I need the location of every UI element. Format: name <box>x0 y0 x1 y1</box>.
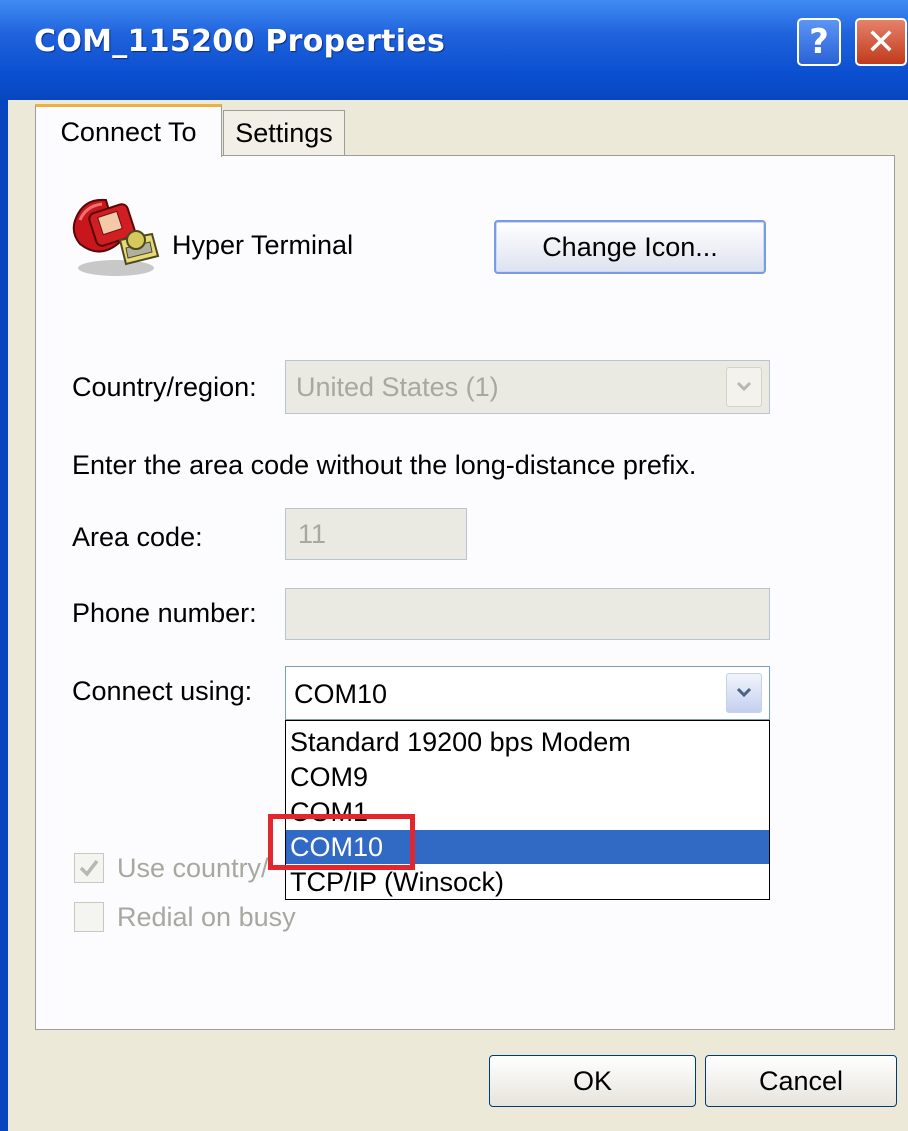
country-region-value: United States (1) <box>296 372 499 402</box>
chevron-down-icon <box>736 687 752 698</box>
window-title: COM_115200 Properties <box>34 24 446 59</box>
connect-using-select[interactable]: COM10 <box>285 666 770 720</box>
country-dropdown-button <box>726 367 762 407</box>
properties-dialog: COM_115200 Properties ? ✕ Connect To Set… <box>0 0 908 1131</box>
country-region-label: Country/region: <box>72 372 257 402</box>
area-code-instruction: Enter the area code without the long-dis… <box>72 450 697 480</box>
option-com9[interactable]: COM9 <box>286 760 769 794</box>
connect-using-dropdown-button[interactable] <box>726 673 762 713</box>
phone-number-input <box>285 588 770 640</box>
annotation-highlight-box <box>268 814 415 870</box>
use-country-label: Use country/ <box>117 853 269 883</box>
window-frame <box>0 100 8 1131</box>
phone-number-label: Phone number: <box>72 598 257 628</box>
area-code-label: Area code: <box>72 522 203 552</box>
option-tcpip-winsock[interactable]: TCP/IP (Winsock) <box>286 865 769 899</box>
area-code-value: 11 <box>298 519 327 549</box>
close-button[interactable]: ✕ <box>855 18 907 66</box>
close-icon: ✕ <box>865 21 897 63</box>
country-region-select: United States (1) <box>285 360 770 414</box>
hyperterminal-phone-icon <box>72 198 160 276</box>
ok-label: OK <box>572 1065 612 1096</box>
area-code-input: 11 <box>285 508 467 560</box>
redial-on-busy-checkbox <box>74 902 104 932</box>
tab-settings[interactable]: Settings <box>223 110 345 156</box>
connect-using-options-list: Standard 19200 bps Modem COM9 COM1 COM10… <box>285 720 770 900</box>
change-icon-label: Change Icon... <box>542 231 718 262</box>
checkmark-icon <box>79 859 99 877</box>
connect-using-value: COM10 <box>294 679 388 709</box>
connect-using-label: Connect using: <box>72 676 253 706</box>
tab-connect-to[interactable]: Connect To <box>35 104 222 157</box>
cancel-label: Cancel <box>758 1065 844 1096</box>
help-button[interactable]: ? <box>797 18 841 66</box>
tab-label: Settings <box>235 117 333 148</box>
use-country-checkbox <box>74 853 104 883</box>
redial-on-busy-label: Redial on busy <box>117 902 296 932</box>
help-icon: ? <box>809 22 829 62</box>
ok-button[interactable]: OK <box>489 1055 696 1107</box>
option-standard-modem[interactable]: Standard 19200 bps Modem <box>286 725 769 759</box>
cancel-button[interactable]: Cancel <box>705 1055 897 1107</box>
tab-label: Connect To <box>60 116 197 147</box>
change-icon-button[interactable]: Change Icon... <box>494 220 766 274</box>
connection-name: Hyper Terminal <box>172 230 354 260</box>
chevron-down-icon <box>736 381 752 392</box>
